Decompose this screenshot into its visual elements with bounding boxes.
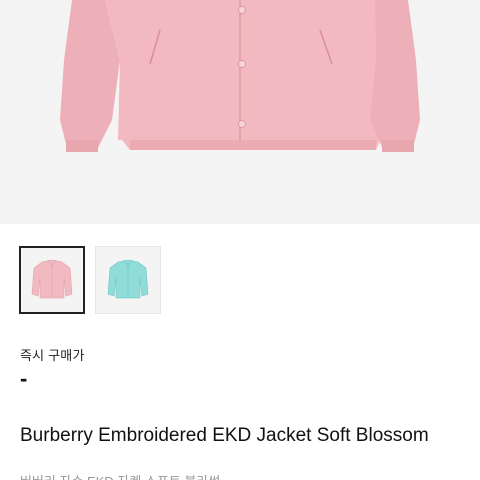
jacket-body — [105, 0, 384, 150]
thumbnail-pink[interactable] — [19, 246, 85, 314]
jacket-hem — [130, 140, 376, 150]
product-hero-image[interactable] — [0, 0, 480, 224]
jacket-button — [238, 120, 246, 128]
thumbnail-aqua[interactable] — [95, 246, 161, 314]
jacket-button — [238, 60, 246, 68]
jacket-cuff — [382, 140, 414, 152]
instant-buy-price: - — [20, 366, 28, 391]
jacket-illustration — [60, 0, 420, 152]
product-korean-name: 버버리 자수 EKD 자켓 소프트 블라썸 — [20, 471, 220, 480]
thumbnail-strip — [19, 246, 161, 314]
jacket-button — [238, 6, 246, 14]
jacket-cuff — [66, 140, 98, 152]
product-page: 즉시 구매가 - Burberry Embroidered EKD Jacket… — [0, 0, 480, 480]
instant-buy-price-label: 즉시 구매가 — [20, 348, 85, 363]
jacket-thumbnail-icon — [107, 259, 149, 299]
jacket-thumbnail-icon — [31, 259, 73, 299]
product-name: Burberry Embroidered EKD Jacket Soft Blo… — [20, 425, 429, 446]
jacket-right-sleeve — [370, 0, 420, 152]
